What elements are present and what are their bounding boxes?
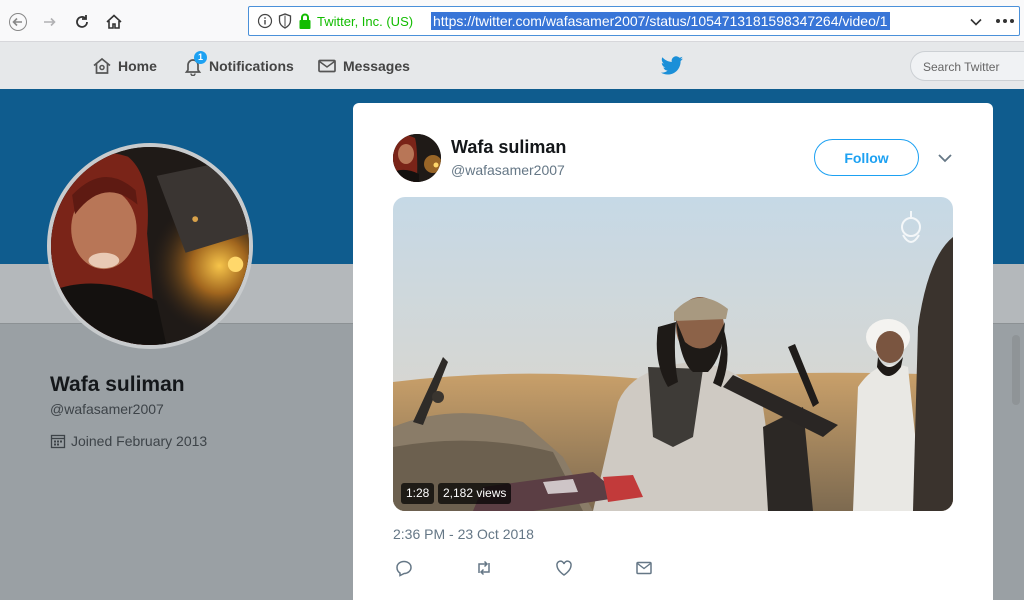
notification-badge: 1	[194, 51, 207, 64]
home-button[interactable]	[100, 8, 128, 36]
follow-button[interactable]: Follow	[814, 139, 919, 176]
video-duration: 1:28	[401, 483, 435, 504]
info-icon[interactable]	[257, 13, 273, 29]
caret-down-icon[interactable]	[937, 152, 953, 164]
envelope-icon	[318, 59, 336, 73]
reply-button[interactable]	[395, 559, 415, 579]
dropdown-chevron-icon[interactable]	[969, 15, 983, 29]
reload-icon	[76, 15, 88, 28]
url-text[interactable]: https://twitter.com/wafasamer2007/status…	[431, 12, 890, 30]
twitter-home-icon	[93, 57, 111, 74]
video-frame	[393, 197, 953, 511]
direct-message-icon	[636, 561, 652, 575]
reload-button[interactable]	[68, 8, 96, 36]
tweet-author-name[interactable]: Wafa suliman	[451, 137, 566, 158]
twitter-bird-icon[interactable]	[660, 56, 684, 76]
profile-name[interactable]: Wafa suliman	[50, 373, 185, 397]
like-icon	[556, 560, 572, 576]
nav-home[interactable]: Home	[92, 56, 157, 76]
like-button[interactable]	[555, 559, 575, 579]
back-icon	[9, 13, 27, 31]
lock-icon[interactable]	[298, 12, 312, 30]
search-input[interactable]: Search Twitter	[910, 51, 1024, 81]
retweet-icon	[478, 560, 490, 576]
retweet-button[interactable]	[475, 559, 495, 579]
nav-messages-label: Messages	[343, 58, 410, 74]
video-views: 2,182 views	[438, 483, 512, 504]
profile-avatar[interactable]	[47, 143, 253, 349]
forward-button[interactable]	[36, 8, 64, 36]
tweet-author-avatar[interactable]	[393, 134, 441, 182]
browser-toolbar: Twitter, Inc. (US) https://twitter.com/w…	[0, 0, 1024, 42]
reply-icon	[396, 560, 412, 577]
nav-messages[interactable]: Messages	[317, 56, 410, 76]
profile-joined-label: Joined February 2013	[71, 433, 208, 449]
nav-notifications-label: Notifications	[209, 58, 294, 74]
nav-home-label: Home	[118, 58, 157, 74]
video-player[interactable]	[393, 197, 953, 511]
calendar-icon	[50, 434, 66, 449]
tweet-modal: Wafa suliman @wafasamer2007 Follow 1:28 …	[353, 103, 993, 600]
forward-icon	[44, 17, 56, 27]
tweet-timestamp[interactable]: 2:36 PM - 23 Oct 2018	[393, 526, 534, 542]
home-icon	[106, 14, 122, 29]
site-identity[interactable]: Twitter, Inc. (US)	[317, 14, 413, 29]
profile-handle: @wafasamer2007	[50, 401, 164, 417]
tracking-shield-icon[interactable]	[278, 13, 292, 29]
url-bar[interactable]: Twitter, Inc. (US) https://twitter.com/w…	[248, 6, 1020, 36]
back-button[interactable]	[4, 8, 32, 36]
page-scrollbar[interactable]	[1012, 335, 1020, 405]
tweet-author-handle[interactable]: @wafasamer2007	[451, 162, 565, 178]
profile-joined: Joined February 2013	[50, 433, 207, 449]
more-icon[interactable]	[994, 12, 1016, 30]
direct-message-button[interactable]	[635, 559, 655, 579]
